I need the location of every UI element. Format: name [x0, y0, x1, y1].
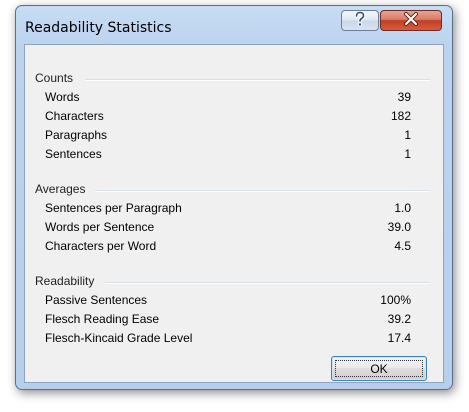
close-button[interactable]	[380, 10, 442, 31]
stat-value-flesch-reading-ease: 39.2	[387, 312, 411, 326]
dialog-window: Readability Statistics Counts Words 39 C…	[15, 5, 453, 390]
stat-label-paragraphs: Paragraphs	[45, 128, 108, 142]
dialog-title: Readability Statistics	[25, 20, 172, 36]
stat-label-sentences-per-paragraph: Sentences per Paragraph	[45, 201, 182, 215]
stat-label-flesch-kincaid-grade: Flesch-Kincaid Grade Level	[45, 331, 193, 345]
question-mark-icon	[353, 10, 367, 31]
stat-value-characters-per-word: 4.5	[394, 239, 411, 253]
stat-label-sentences: Sentences	[45, 147, 102, 161]
stat-value-sentences-per-paragraph: 1.0	[394, 201, 411, 215]
stat-label-characters-per-word: Characters per Word	[45, 239, 157, 253]
ok-button-label: OK	[370, 361, 388, 376]
stat-value-words: 39	[397, 90, 411, 104]
stat-value-paragraphs: 1	[404, 128, 411, 142]
stat-label-words-per-sentence: Words per Sentence	[45, 220, 155, 234]
stat-value-sentences: 1	[404, 147, 411, 161]
section-header-counts: Counts	[35, 71, 78, 85]
stat-value-characters: 182	[390, 109, 411, 123]
stat-label-passive-sentences: Passive Sentences	[45, 293, 148, 307]
section-divider	[95, 190, 430, 192]
section-header-readability: Readability	[35, 274, 99, 288]
stat-value-passive-sentences: 100%	[380, 293, 411, 307]
stat-label-characters: Characters	[45, 109, 104, 123]
section-header-averages: Averages	[35, 182, 90, 196]
stat-label-flesch-reading-ease: Flesch Reading Ease	[45, 312, 160, 326]
stat-value-words-per-sentence: 39.0	[387, 220, 411, 234]
ok-button[interactable]: OK	[331, 356, 427, 381]
close-x-icon	[403, 11, 419, 30]
dialog-body: Counts Words 39 Characters 182 Paragraph…	[24, 44, 444, 383]
section-divider	[85, 79, 430, 81]
help-button[interactable]	[341, 10, 379, 31]
section-divider	[105, 282, 430, 284]
stat-value-flesch-kincaid-grade: 17.4	[387, 331, 411, 345]
stat-label-words: Words	[45, 90, 80, 104]
